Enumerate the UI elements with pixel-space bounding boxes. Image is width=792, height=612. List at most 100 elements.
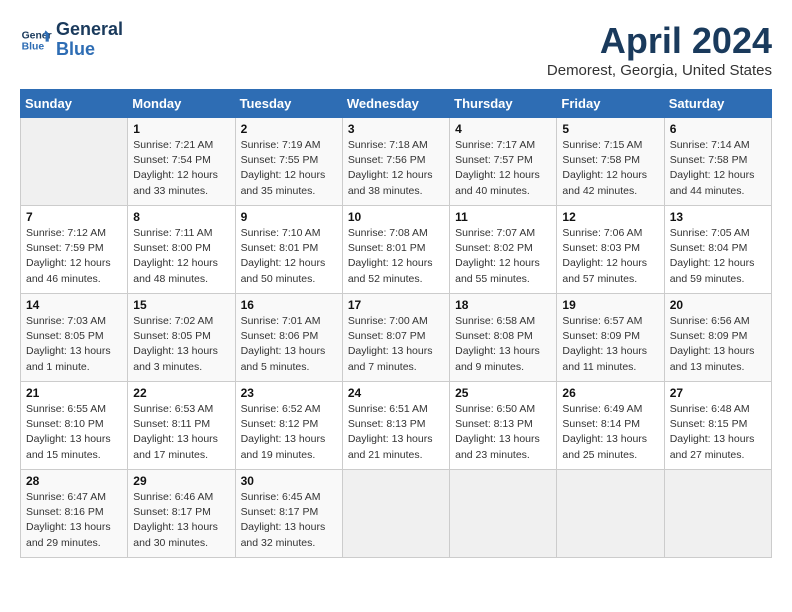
calendar-week-4: 21 Sunrise: 6:55 AMSunset: 8:10 PMDayligh… bbox=[21, 382, 772, 470]
day-info: Sunrise: 6:52 AMSunset: 8:12 PMDaylight:… bbox=[241, 402, 337, 463]
header-day-saturday: Saturday bbox=[664, 90, 771, 118]
calendar-cell: 13Sunrise: 7:05 AMSunset: 8:04 PMDayligh… bbox=[664, 206, 771, 294]
calendar-cell: 5Sunrise: 7:15 AMSunset: 7:58 PMDaylight… bbox=[557, 118, 664, 206]
day-info: Sunrise: 7:19 AMSunset: 7:55 PMDaylight:… bbox=[241, 138, 337, 199]
day-number: 19 bbox=[562, 298, 658, 312]
svg-text:Blue: Blue bbox=[22, 41, 45, 52]
day-number: 5 bbox=[562, 122, 658, 136]
day-number: 13 bbox=[670, 210, 766, 224]
calendar-cell: 20 Sunrise: 6:56 AMSunset: 8:09 PMDayligh… bbox=[664, 294, 771, 382]
day-info: Sunrise: 7:21 AMSunset: 7:54 PMDaylight:… bbox=[133, 138, 229, 199]
day-number: 12 bbox=[562, 210, 658, 224]
calendar-cell: 6 Sunrise: 7:14 AMSunset: 7:58 PMDaylight… bbox=[664, 118, 771, 206]
calendar-week-3: 14 Sunrise: 7:03 AMSunset: 8:05 PMDayligh… bbox=[21, 294, 772, 382]
header-day-thursday: Thursday bbox=[450, 90, 557, 118]
day-info: Sunrise: 6:50 AMSunset: 8:13 PMDaylight:… bbox=[455, 402, 551, 463]
calendar-cell: 15 Sunrise: 7:02 AMSunset: 8:05 PMDayligh… bbox=[128, 294, 235, 382]
day-number: 17 bbox=[348, 298, 444, 312]
day-info: Sunrise: 6:57 AMSunset: 8:09 PMDaylight:… bbox=[562, 314, 658, 375]
day-info: Sunrise: 6:48 AMSunset: 8:15 PMDaylight:… bbox=[670, 402, 766, 463]
day-info: Sunrise: 7:03 AMSunset: 8:05 PMDaylight:… bbox=[26, 314, 122, 375]
day-info: Sunrise: 6:47 AMSunset: 8:16 PMDaylight:… bbox=[26, 490, 122, 551]
day-number: 4 bbox=[455, 122, 551, 136]
logo-icon: General Blue bbox=[20, 24, 52, 56]
header: General Blue General Blue April 2024 Dem… bbox=[20, 20, 772, 79]
calendar-cell: 12 Sunrise: 7:06 AMSunset: 8:03 PMDayligh… bbox=[557, 206, 664, 294]
header-day-monday: Monday bbox=[128, 90, 235, 118]
day-number: 3 bbox=[348, 122, 444, 136]
day-number: 2 bbox=[241, 122, 337, 136]
day-info: Sunrise: 7:01 AMSunset: 8:06 PMDaylight:… bbox=[241, 314, 337, 375]
title-area: April 2024 Demorest, Georgia, United Sta… bbox=[547, 20, 772, 79]
day-number: 22 bbox=[133, 386, 229, 400]
day-number: 24 bbox=[348, 386, 444, 400]
calendar-cell: 17 Sunrise: 7:00 AMSunset: 8:07 PMDayligh… bbox=[342, 294, 449, 382]
calendar-cell bbox=[450, 470, 557, 558]
logo-text-blue: Blue bbox=[56, 40, 123, 60]
calendar-cell: 9Sunrise: 7:10 AMSunset: 8:01 PMDaylight… bbox=[235, 206, 342, 294]
logo: General Blue General Blue bbox=[20, 20, 123, 60]
day-info: Sunrise: 7:11 AMSunset: 8:00 PMDaylight:… bbox=[133, 226, 229, 287]
calendar-cell bbox=[664, 470, 771, 558]
calendar-title: April 2024 bbox=[547, 20, 772, 62]
day-info: Sunrise: 6:49 AMSunset: 8:14 PMDaylight:… bbox=[562, 402, 658, 463]
calendar-cell: 24 Sunrise: 6:51 AMSunset: 8:13 PMDayligh… bbox=[342, 382, 449, 470]
calendar-cell: 11 Sunrise: 7:07 AMSunset: 8:02 PMDayligh… bbox=[450, 206, 557, 294]
day-info: Sunrise: 7:08 AMSunset: 8:01 PMDaylight:… bbox=[348, 226, 444, 287]
calendar-cell: 14 Sunrise: 7:03 AMSunset: 8:05 PMDayligh… bbox=[21, 294, 128, 382]
day-info: Sunrise: 6:56 AMSunset: 8:09 PMDaylight:… bbox=[670, 314, 766, 375]
day-info: Sunrise: 7:17 AMSunset: 7:57 PMDaylight:… bbox=[455, 138, 551, 199]
day-info: Sunrise: 7:07 AMSunset: 8:02 PMDaylight:… bbox=[455, 226, 551, 287]
day-info: Sunrise: 6:55 AMSunset: 8:10 PMDaylight:… bbox=[26, 402, 122, 463]
day-number: 21 bbox=[26, 386, 122, 400]
calendar-cell: 23 Sunrise: 6:52 AMSunset: 8:12 PMDayligh… bbox=[235, 382, 342, 470]
calendar-cell: 26Sunrise: 6:49 AMSunset: 8:14 PMDayligh… bbox=[557, 382, 664, 470]
day-info: Sunrise: 6:58 AMSunset: 8:08 PMDaylight:… bbox=[455, 314, 551, 375]
calendar-cell bbox=[557, 470, 664, 558]
calendar-week-2: 7Sunrise: 7:12 AMSunset: 7:59 PMDaylight… bbox=[21, 206, 772, 294]
day-number: 20 bbox=[670, 298, 766, 312]
header-day-wednesday: Wednesday bbox=[342, 90, 449, 118]
day-info: Sunrise: 6:45 AMSunset: 8:17 PMDaylight:… bbox=[241, 490, 337, 551]
day-info: Sunrise: 7:06 AMSunset: 8:03 PMDaylight:… bbox=[562, 226, 658, 287]
calendar-header-row: SundayMondayTuesdayWednesdayThursdayFrid… bbox=[21, 90, 772, 118]
day-number: 29 bbox=[133, 474, 229, 488]
calendar-week-1: 1 Sunrise: 7:21 AMSunset: 7:54 PMDaylight… bbox=[21, 118, 772, 206]
day-info: Sunrise: 7:00 AMSunset: 8:07 PMDaylight:… bbox=[348, 314, 444, 375]
day-info: Sunrise: 7:18 AMSunset: 7:56 PMDaylight:… bbox=[348, 138, 444, 199]
day-number: 10 bbox=[348, 210, 444, 224]
logo-text-general: General bbox=[56, 20, 123, 40]
calendar-cell: 22Sunrise: 6:53 AMSunset: 8:11 PMDayligh… bbox=[128, 382, 235, 470]
calendar-cell: 7Sunrise: 7:12 AMSunset: 7:59 PMDaylight… bbox=[21, 206, 128, 294]
calendar-cell: 30Sunrise: 6:45 AMSunset: 8:17 PMDayligh… bbox=[235, 470, 342, 558]
day-info: Sunrise: 7:02 AMSunset: 8:05 PMDaylight:… bbox=[133, 314, 229, 375]
day-number: 11 bbox=[455, 210, 551, 224]
calendar-week-5: 28Sunrise: 6:47 AMSunset: 8:16 PMDayligh… bbox=[21, 470, 772, 558]
day-number: 25 bbox=[455, 386, 551, 400]
calendar-cell: 16 Sunrise: 7:01 AMSunset: 8:06 PMDayligh… bbox=[235, 294, 342, 382]
calendar-cell: 1 Sunrise: 7:21 AMSunset: 7:54 PMDaylight… bbox=[128, 118, 235, 206]
calendar-cell: 8Sunrise: 7:11 AMSunset: 8:00 PMDaylight… bbox=[128, 206, 235, 294]
header-day-tuesday: Tuesday bbox=[235, 90, 342, 118]
day-number: 14 bbox=[26, 298, 122, 312]
calendar-cell: 27 Sunrise: 6:48 AMSunset: 8:15 PMDayligh… bbox=[664, 382, 771, 470]
calendar-cell: 3 Sunrise: 7:18 AMSunset: 7:56 PMDaylight… bbox=[342, 118, 449, 206]
day-info: Sunrise: 6:46 AMSunset: 8:17 PMDaylight:… bbox=[133, 490, 229, 551]
calendar-cell: 28Sunrise: 6:47 AMSunset: 8:16 PMDayligh… bbox=[21, 470, 128, 558]
day-number: 15 bbox=[133, 298, 229, 312]
day-number: 16 bbox=[241, 298, 337, 312]
calendar-subtitle: Demorest, Georgia, United States bbox=[547, 62, 772, 79]
day-number: 27 bbox=[670, 386, 766, 400]
day-info: Sunrise: 7:14 AMSunset: 7:58 PMDaylight:… bbox=[670, 138, 766, 199]
day-number: 6 bbox=[670, 122, 766, 136]
day-info: Sunrise: 6:51 AMSunset: 8:13 PMDaylight:… bbox=[348, 402, 444, 463]
day-number: 9 bbox=[241, 210, 337, 224]
calendar-cell: 4 Sunrise: 7:17 AMSunset: 7:57 PMDaylight… bbox=[450, 118, 557, 206]
header-day-sunday: Sunday bbox=[21, 90, 128, 118]
calendar-cell: 10 Sunrise: 7:08 AMSunset: 8:01 PMDayligh… bbox=[342, 206, 449, 294]
calendar-cell: 2 Sunrise: 7:19 AMSunset: 7:55 PMDaylight… bbox=[235, 118, 342, 206]
day-number: 1 bbox=[133, 122, 229, 136]
day-number: 23 bbox=[241, 386, 337, 400]
day-number: 18 bbox=[455, 298, 551, 312]
calendar-cell: 25 Sunrise: 6:50 AMSunset: 8:13 PMDayligh… bbox=[450, 382, 557, 470]
